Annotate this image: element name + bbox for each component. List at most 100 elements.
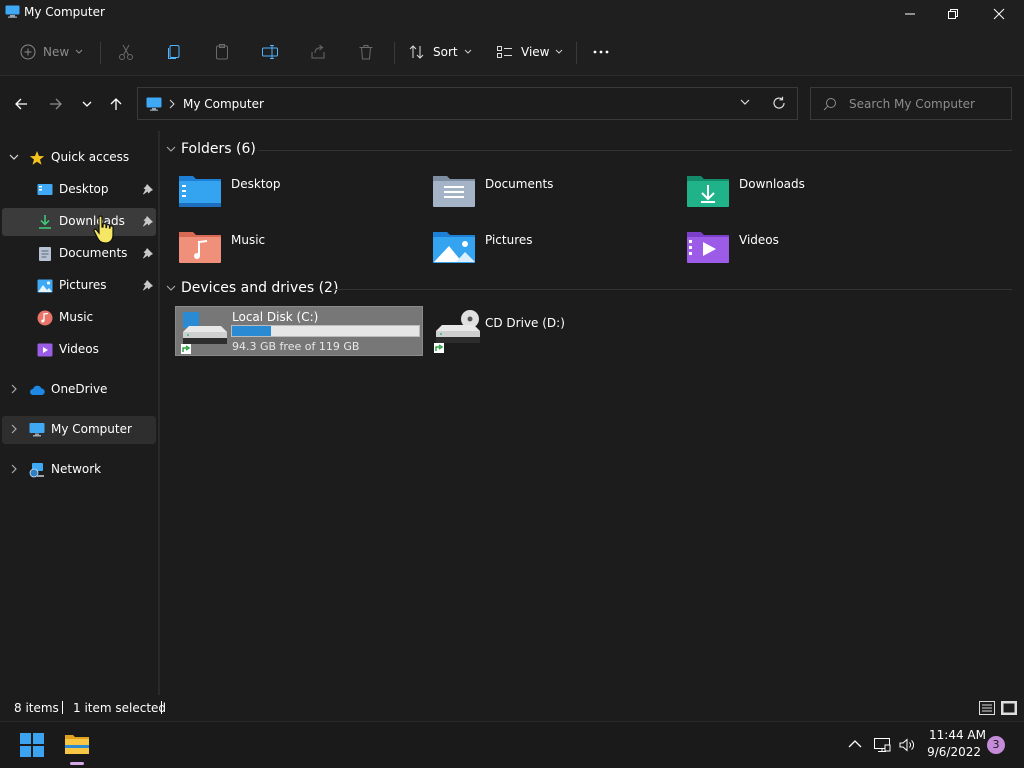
status-bar: 8 items 1 item selected: [0, 695, 1024, 721]
sidebar-item-music[interactable]: Music: [2, 304, 156, 332]
drives-section-header[interactable]: Devices and drives (2): [162, 279, 1018, 301]
paste-button[interactable]: [213, 36, 231, 68]
folder-videos-icon: [687, 232, 729, 263]
large-icons-view-icon[interactable]: [1000, 699, 1018, 717]
chevron-down-icon: [75, 49, 83, 54]
more-options-button[interactable]: [592, 36, 610, 68]
sidebar-item-pictures[interactable]: Pictures: [2, 272, 156, 300]
clock-time[interactable]: 11:44 AM: [926, 728, 986, 742]
folder-item[interactable]: Downloads: [670, 167, 920, 215]
minimize-button[interactable]: [887, 0, 933, 28]
folder-item[interactable]: Videos: [670, 223, 920, 271]
chevron-down-icon[interactable]: [740, 99, 750, 106]
restore-icon: [948, 9, 958, 19]
drive-free-space: 94.3 GB free of 119 GB: [232, 340, 360, 353]
folder-name: Desktop: [231, 177, 281, 191]
arrow-right-icon: [50, 98, 62, 110]
refresh-icon[interactable]: [772, 96, 786, 110]
toolbar-divider: [576, 42, 577, 64]
close-button[interactable]: [976, 0, 1022, 28]
back-button[interactable]: [10, 93, 32, 115]
chevron-right-icon: [11, 384, 17, 394]
chevron-down-icon: [82, 101, 92, 107]
hard-drive-icon: [181, 312, 227, 354]
pin-icon[interactable]: [142, 183, 154, 195]
sidebar-item-documents[interactable]: Documents: [2, 240, 156, 268]
search-box[interactable]: [810, 87, 1012, 120]
drive-item-cd-drive[interactable]: CD Drive (D:): [429, 306, 677, 356]
search-input[interactable]: [849, 95, 1007, 113]
recent-locations-button[interactable]: [76, 93, 98, 115]
title-bar: My Computer: [0, 0, 1024, 28]
computer-icon: [146, 97, 162, 111]
drive-item-local-disk[interactable]: Local Disk (C:) 94.3 GB free of 119 GB: [175, 306, 423, 356]
new-button[interactable]: New: [20, 36, 83, 68]
network-status-icon[interactable]: [873, 736, 891, 754]
chevron-up-icon[interactable]: [848, 739, 862, 749]
rename-icon: [262, 45, 278, 59]
pictures-icon: [37, 279, 53, 293]
window-title: My Computer: [24, 5, 105, 19]
delete-button[interactable]: [357, 36, 375, 68]
folder-item[interactable]: Desktop: [162, 167, 412, 215]
drive-name: Local Disk (C:): [232, 310, 319, 324]
windows-start-icon[interactable]: [20, 733, 44, 757]
sidebar-item-network[interactable]: Network: [2, 456, 156, 484]
forward-button[interactable]: [45, 93, 67, 115]
address-bar[interactable]: My Computer: [137, 87, 798, 120]
breadcrumb-my-computer[interactable]: My Computer: [183, 97, 264, 111]
sidebar-item-onedrive[interactable]: OneDrive: [2, 376, 156, 404]
sidebar-label: Network: [51, 462, 102, 476]
sidebar-item-downloads[interactable]: Downloads: [2, 208, 156, 236]
sidebar-item-desktop[interactable]: Desktop: [2, 176, 156, 204]
section-title: Devices and drives (2): [181, 280, 339, 296]
cd-drive-icon: [434, 310, 480, 353]
taskbar: 11:44 AM 9/6/2022 3: [0, 721, 1024, 768]
selection-count: 1 item selected: [73, 701, 167, 715]
copy-button[interactable]: [165, 36, 183, 68]
share-icon: [311, 44, 325, 59]
folder-item[interactable]: Pictures: [416, 223, 666, 271]
minimize-icon: [905, 13, 915, 15]
file-explorer-icon[interactable]: [64, 732, 90, 756]
chevron-down-icon: [556, 49, 563, 54]
view-button[interactable]: View: [496, 36, 563, 68]
folder-downloads-icon: [687, 176, 729, 207]
chevron-right-icon: [169, 99, 175, 109]
videos-icon: [37, 343, 53, 357]
pane-splitter[interactable]: [158, 131, 160, 695]
trash-icon: [359, 45, 373, 60]
disk-usage-fill: [232, 326, 272, 336]
item-count: 8 items: [14, 701, 59, 715]
details-view-icon[interactable]: [978, 699, 996, 717]
up-button[interactable]: [105, 93, 127, 115]
sidebar-item-quick-access[interactable]: Quick access: [2, 144, 156, 172]
sort-button[interactable]: Sort: [408, 36, 472, 68]
folder-item[interactable]: Documents: [416, 167, 666, 215]
restore-button[interactable]: [930, 0, 976, 28]
folder-item[interactable]: Music: [162, 223, 412, 271]
share-button[interactable]: [309, 36, 327, 68]
pin-icon[interactable]: [142, 215, 154, 227]
drive-name: CD Drive (D:): [485, 316, 565, 330]
toolbar-divider: [394, 42, 395, 64]
sidebar-label: My Computer: [51, 422, 132, 436]
clock-date[interactable]: 9/6/2022: [926, 745, 981, 759]
chevron-down-icon: [464, 49, 471, 54]
folders-section-header[interactable]: Folders (6): [162, 140, 1018, 162]
volume-icon[interactable]: [898, 736, 916, 754]
pin-icon[interactable]: [142, 279, 154, 291]
sidebar-label: Pictures: [59, 278, 107, 292]
cut-button[interactable]: [117, 36, 135, 68]
sidebar-label: Videos: [59, 342, 99, 356]
sidebar-item-videos[interactable]: Videos: [2, 336, 156, 364]
network-icon: [29, 463, 44, 478]
computer-icon: [5, 5, 20, 18]
desktop-icon: [37, 184, 53, 195]
pin-icon[interactable]: [142, 247, 154, 259]
sidebar-item-my-computer[interactable]: My Computer: [2, 416, 156, 444]
file-list: Folders (6) Desktop Documents Downloads …: [162, 131, 1024, 695]
notification-badge[interactable]: 3: [987, 736, 1005, 754]
rename-button[interactable]: [261, 36, 279, 68]
chevron-right-icon: [11, 424, 17, 434]
